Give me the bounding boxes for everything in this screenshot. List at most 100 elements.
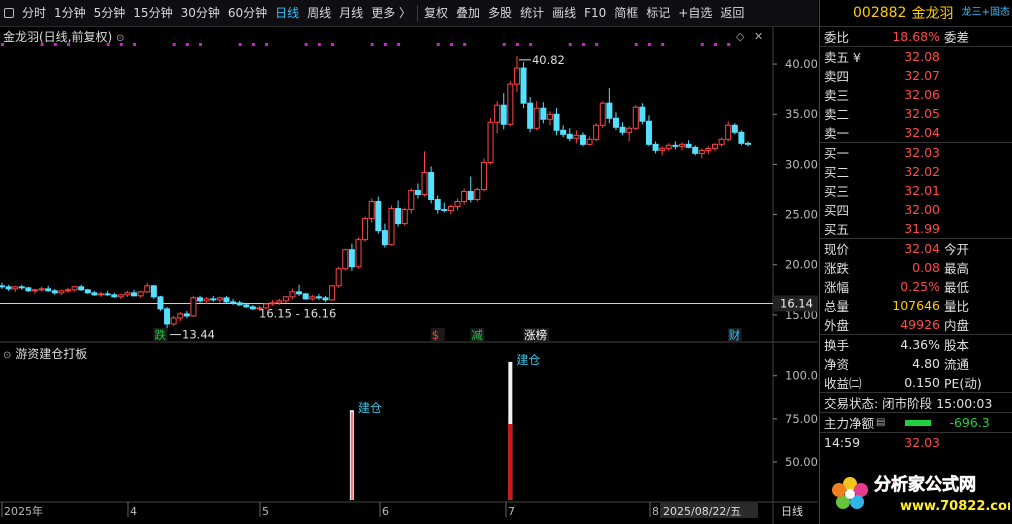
quote-header: 002882 金龙羽 龙三+固态 bbox=[820, 0, 1012, 27]
signal-dot bbox=[133, 43, 137, 46]
ask-price: 32.07 bbox=[904, 68, 940, 83]
candle-body bbox=[428, 171, 435, 201]
ask-price: 32.04 bbox=[904, 125, 940, 140]
list-icon[interactable]: ▤ bbox=[876, 417, 885, 428]
y-tick-label: 25.00 bbox=[785, 208, 818, 222]
stat-value: 49926 bbox=[900, 317, 940, 332]
candle-body bbox=[137, 291, 144, 297]
signal-dot bbox=[463, 43, 467, 46]
signal-dot bbox=[568, 43, 572, 46]
ask-label: 卖一 bbox=[824, 126, 850, 141]
signal-dot bbox=[647, 43, 651, 46]
candle-body bbox=[203, 298, 210, 302]
chart-title: 金龙羽(日线,前复权) ⊙ bbox=[3, 28, 124, 44]
stat-label: 现价 bbox=[824, 242, 850, 257]
finance-value: 4.36% bbox=[900, 337, 940, 352]
fund-flow-row: 主力净额 ▤ -696.3 bbox=[820, 413, 1012, 432]
indicator-tick-label: 75.00 bbox=[785, 412, 818, 426]
weibi-label: 委比 bbox=[824, 30, 850, 45]
indicator-title: ⊙ 游资建仓打板 bbox=[3, 345, 87, 361]
candle-body bbox=[25, 287, 32, 292]
candle-body bbox=[144, 285, 151, 293]
candle-body bbox=[355, 239, 362, 268]
signal-dot bbox=[383, 43, 387, 46]
candle-body bbox=[434, 199, 441, 211]
candle-body bbox=[177, 313, 184, 319]
candle-body bbox=[626, 127, 633, 133]
candle-body bbox=[362, 218, 369, 241]
candle-body bbox=[236, 302, 243, 306]
stat-row: 现价 32.04 今开 bbox=[820, 239, 1012, 258]
candle-body bbox=[731, 124, 738, 133]
candle-body bbox=[65, 289, 72, 292]
candle-body bbox=[441, 209, 448, 212]
candle-body bbox=[500, 104, 507, 125]
ask-label: 卖二 bbox=[824, 107, 850, 122]
low-label: 13.44 bbox=[182, 328, 215, 342]
candle-body bbox=[533, 107, 540, 129]
diamond-icon: ◇ bbox=[736, 30, 745, 43]
chart-title-text: 金龙羽(日线,前复权) bbox=[3, 30, 113, 44]
high-label: 40.82 bbox=[532, 53, 565, 67]
candle-body bbox=[223, 297, 230, 303]
stat-label: 外盘 bbox=[824, 318, 850, 333]
ask-price: 32.08 bbox=[904, 49, 940, 64]
candle-body bbox=[665, 144, 672, 149]
candle-body bbox=[553, 113, 560, 131]
x-tick-label: 6 bbox=[382, 505, 389, 518]
trade-status: 交易状态: 闭市阶段 15:00:03 bbox=[820, 393, 1012, 412]
candle-body bbox=[276, 300, 283, 304]
candle-body bbox=[395, 208, 402, 225]
candle-body bbox=[216, 297, 223, 301]
stock-code: 002882 bbox=[853, 5, 907, 21]
bid-price: 31.99 bbox=[904, 221, 940, 236]
stock-tags[interactable]: 龙三+固态 bbox=[962, 3, 1010, 18]
signal-dot bbox=[370, 43, 374, 46]
x-tick-label: 4 bbox=[130, 505, 137, 518]
candle-body bbox=[527, 102, 534, 129]
candle-body bbox=[467, 190, 474, 201]
bid-label: 买三 bbox=[824, 184, 850, 199]
candle-body bbox=[342, 249, 349, 270]
candle-body bbox=[5, 286, 12, 290]
signal-dot bbox=[595, 43, 599, 46]
candle-body bbox=[659, 147, 666, 151]
candle-body bbox=[45, 288, 52, 292]
signal-dot bbox=[172, 43, 176, 46]
y-tick-label: 30.00 bbox=[785, 157, 818, 171]
indicator-tick-label: 100.0 bbox=[785, 369, 818, 383]
settings-icon[interactable]: ⊙ bbox=[3, 350, 11, 361]
candle-body bbox=[230, 301, 237, 304]
signal-dot bbox=[185, 43, 189, 46]
candle-body bbox=[309, 296, 316, 300]
candle-body bbox=[302, 293, 309, 300]
stat-row: 外盘 49926 内盘 bbox=[820, 315, 1012, 334]
candle-body bbox=[249, 306, 256, 310]
fund-bar bbox=[905, 419, 932, 426]
signal-dot bbox=[436, 43, 440, 46]
chevron-down-icon[interactable]: ⊙ bbox=[116, 33, 124, 44]
candle-body bbox=[289, 291, 296, 298]
price-chart[interactable]: 40.0035.0030.0025.0020.0015.0016.1440.82… bbox=[0, 0, 818, 524]
candle-body bbox=[381, 230, 388, 246]
candle-body bbox=[98, 293, 105, 296]
candle-body bbox=[619, 126, 626, 133]
candle-body bbox=[157, 296, 164, 310]
signal-dot bbox=[529, 43, 533, 46]
candle-body bbox=[117, 294, 124, 298]
finance-label-2: PE(动) bbox=[944, 376, 982, 391]
finance-row: 换手 4.36% 股本 bbox=[820, 335, 1012, 354]
ask-row: 卖四 32.07 bbox=[820, 66, 1012, 85]
candle-body bbox=[375, 201, 382, 232]
candle-body bbox=[494, 104, 501, 123]
ask-price: 32.06 bbox=[904, 87, 940, 102]
stat-label-2: 最低 bbox=[944, 280, 970, 295]
candle-body bbox=[51, 290, 58, 294]
candle-body bbox=[91, 292, 98, 296]
finance-label: 净资 bbox=[824, 357, 850, 372]
bid-label: 买五 bbox=[824, 222, 850, 237]
candle-body bbox=[487, 121, 494, 163]
candle-body bbox=[315, 296, 322, 299]
y-tick-label: 20.00 bbox=[785, 258, 818, 272]
candle-body bbox=[84, 289, 91, 294]
